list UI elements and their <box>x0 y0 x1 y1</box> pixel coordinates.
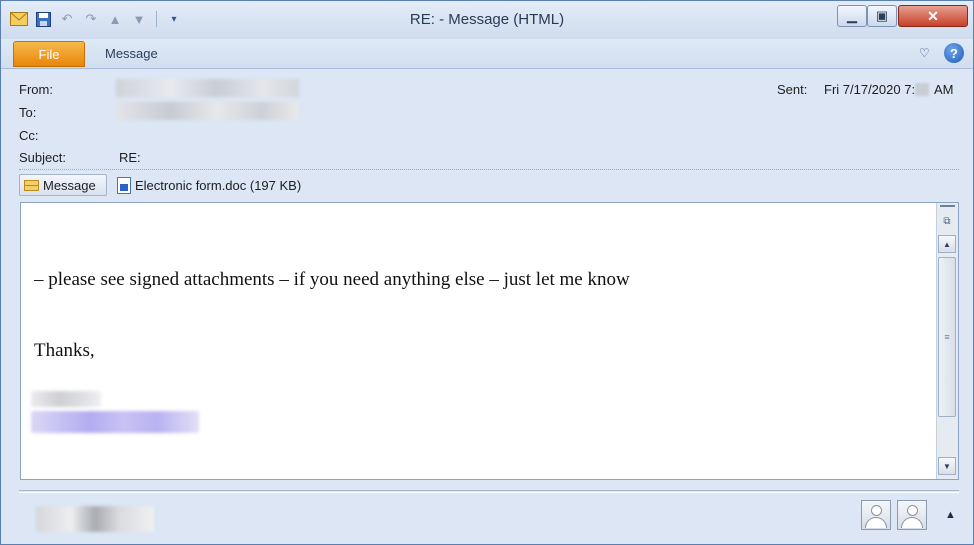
zoom-view-icon[interactable]: ⧉ <box>939 213 955 229</box>
body-line-2: Thanks, <box>34 340 95 361</box>
signature-name-redacted <box>31 391 101 407</box>
contact-avatar-2[interactable] <box>897 500 927 530</box>
maximize-icon: ▣ <box>875 8 889 23</box>
tab-file[interactable]: File <box>13 41 85 67</box>
minimize-icon: ▁ <box>847 8 857 23</box>
cc-label: Cc: <box>19 128 39 143</box>
to-value-redacted <box>116 102 299 120</box>
sent-value-date: Fri 7/17/2020 7: <box>824 82 916 97</box>
grip-icon: ≡ <box>944 332 950 342</box>
sent-value-meridiem: AM <box>931 82 954 97</box>
attachment-file-label: Electronic form.doc (197 KB) <box>135 177 302 193</box>
header-divider <box>19 169 959 170</box>
help-icon[interactable]: ? <box>944 43 964 63</box>
maximize-button[interactable]: ▣ <box>867 5 897 27</box>
sent-label: Sent: <box>777 82 808 97</box>
from-label: From: <box>19 82 53 97</box>
minimize-button[interactable]: ▁ <box>837 5 867 27</box>
subject-value: RE: <box>119 150 141 165</box>
message-body[interactable]: – please see signed attachments – if you… <box>20 202 959 480</box>
minimize-ribbon-icon[interactable]: ♡ <box>919 46 930 60</box>
people-pane-splitter[interactable] <box>19 490 959 493</box>
expand-people-pane-icon[interactable]: ▲ <box>945 509 956 521</box>
scroll-thumb[interactable]: ≡ <box>938 257 956 417</box>
attachment-file[interactable]: Electronic form.doc (197 KB) <box>113 174 305 196</box>
title-bar: ↶ ↷ ▲ ▼ ▾ RE: - Message (HTML) ▁ ▣ ✕ <box>1 1 973 39</box>
close-icon: ✕ <box>927 7 939 24</box>
signature-link-redacted <box>31 411 199 433</box>
word-document-icon <box>117 176 131 194</box>
message-view-label: Message <box>43 177 96 193</box>
tab-message[interactable]: Message <box>105 46 158 61</box>
sent-value: Fri 7/17/2020 7: AM <box>824 82 953 97</box>
scroll-up-arrow[interactable]: ▲ <box>938 235 956 253</box>
vertical-scrollbar[interactable]: ⧉ ▲ ≡ ▼ <box>936 203 958 479</box>
attachment-bar: Message Electronic form.doc (197 KB) <box>19 173 305 197</box>
ribbon-tabs: File Message ♡ ? <box>1 39 973 69</box>
to-label: To: <box>19 105 37 120</box>
subject-label: Subject: <box>19 150 66 165</box>
scroll-down-arrow[interactable]: ▼ <box>938 457 956 475</box>
close-button[interactable]: ✕ <box>898 5 968 27</box>
envelope-icon <box>24 179 39 191</box>
contact-avatar-1[interactable] <box>861 500 891 530</box>
split-handle[interactable] <box>940 205 955 207</box>
message-view-button[interactable]: Message <box>19 174 107 196</box>
message-window: ↶ ↷ ▲ ▼ ▾ RE: - Message (HTML) ▁ ▣ ✕ Fil… <box>0 0 974 545</box>
body-line-1: – please see signed attachments – if you… <box>34 269 630 290</box>
sent-time-redacted <box>915 83 930 96</box>
from-value-redacted <box>116 79 299 97</box>
people-pane-redacted <box>36 506 154 532</box>
window-title: RE: - Message (HTML) <box>409 11 565 28</box>
